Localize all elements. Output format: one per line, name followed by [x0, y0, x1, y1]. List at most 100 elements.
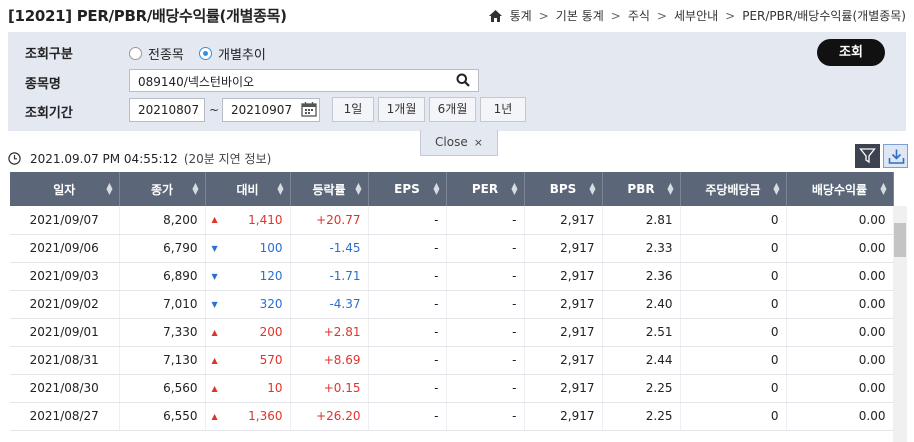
arrow-up-icon: ▲	[211, 411, 218, 421]
cell-pbr: 2.36	[602, 262, 681, 291]
sort-icon[interactable]: ▲ ▼	[589, 182, 595, 196]
column-header-change[interactable]: 대비 ▲ ▼	[205, 172, 291, 206]
cell-rate: -1.71	[290, 262, 369, 291]
table-row[interactable]: 2021/08/27 6,550 ▲ 1,360 +26.20- -2,917 2.25 0 0…	[10, 402, 894, 431]
sort-icon[interactable]: ▲ ▼	[433, 182, 439, 196]
column-header-dps[interactable]: 주당배당금 ▲ ▼	[680, 172, 787, 206]
table-row[interactable]: 2021/09/02 7,010 ▼ 320 -4.37- -2,917 2.40 0 0.00	[10, 290, 894, 319]
radio-individual-trend[interactable]: 개별추이	[199, 44, 266, 63]
sort-icon[interactable]: ▲ ▼	[106, 182, 112, 196]
cell-close: 8,200	[119, 206, 206, 235]
period-1day-button[interactable]: 1일	[332, 97, 374, 122]
timestamp-row: 2021.09.07 PM 04:55:12 (20분 지연 정보)	[8, 150, 271, 167]
close-search-panel-button[interactable]: Close ×	[420, 130, 498, 156]
stock-name-input[interactable]: 089140/넥스턴바이오	[129, 69, 479, 92]
search-icon[interactable]	[456, 73, 470, 87]
arrow-down-icon: ▼	[211, 271, 218, 281]
vertical-scrollbar[interactable]	[893, 206, 907, 442]
cell-per: -	[446, 374, 525, 403]
column-header-rate[interactable]: 등락률 ▲ ▼	[290, 172, 369, 206]
cell-yield: 0.00	[786, 402, 894, 431]
cell-bps: 2,917	[524, 206, 603, 235]
cell-rate: -1.45	[290, 234, 369, 263]
cell-close: 6,550	[119, 402, 206, 431]
cell-date: 2021/09/01	[10, 318, 120, 347]
cell-per: -	[446, 234, 525, 263]
table-row[interactable]: 2021/08/31 7,130 ▲ 570 +8.69- -2,917 2.44 0 0.00	[10, 346, 894, 375]
cell-rate: -4.37	[290, 290, 369, 319]
sort-icon[interactable]: ▲ ▼	[880, 182, 886, 196]
download-button[interactable]	[883, 144, 908, 168]
sort-icon[interactable]: ▲ ▼	[511, 182, 517, 196]
cell-eps: -	[368, 402, 447, 431]
cell-bps: 2,917	[524, 290, 603, 319]
table-row[interactable]: 2021/09/03 6,890 ▼ 120 -1.71- -2,917 2.36 0 0.00	[10, 262, 894, 291]
scrollbar-thumb[interactable]	[894, 223, 906, 257]
radio-circle-selected[interactable]	[199, 47, 212, 60]
cell-date: 2021/08/27	[10, 402, 120, 431]
cell-change: ▲ 570	[205, 346, 291, 375]
cell-eps: -	[368, 318, 447, 347]
column-header-close[interactable]: 종가 ▲ ▼	[119, 172, 206, 206]
change-value: 200	[259, 325, 283, 339]
cell-yield: 0.00	[786, 318, 894, 347]
cell-bps: 2,917	[524, 234, 603, 263]
cell-per: -	[446, 318, 525, 347]
start-date-input[interactable]: 20210807	[129, 98, 205, 122]
column-header-bps[interactable]: BPS ▲ ▼	[524, 172, 603, 206]
cell-change: ▼ 120	[205, 262, 291, 291]
cell-yield: 0.00	[786, 290, 894, 319]
radio-all-stocks[interactable]: 전종목	[129, 44, 184, 63]
home-icon[interactable]	[488, 9, 502, 22]
cell-eps: -	[368, 206, 447, 235]
breadcrumb-separator: >	[610, 8, 621, 23]
search-button[interactable]: 조회	[817, 39, 885, 66]
cell-close: 7,130	[119, 346, 206, 375]
breadcrumb-item[interactable]: 통계	[510, 7, 532, 24]
cell-eps: -	[368, 374, 447, 403]
end-date-value: 20210907	[231, 103, 293, 117]
table-row[interactable]: 2021/09/01 7,330 ▲ 200 +2.81- -2,917 2.51 0 0.00	[10, 318, 894, 347]
cell-date: 2021/09/07	[10, 206, 120, 235]
filter-button[interactable]	[855, 144, 880, 168]
table-row[interactable]: 2021/09/07 8,200 ▲ 1,410 +20.77- -2,917 2.81 0 0…	[10, 206, 894, 235]
cell-rate: +20.77	[290, 206, 369, 235]
sort-icon[interactable]: ▲ ▼	[192, 182, 198, 196]
cell-pbr: 2.25	[602, 402, 681, 431]
period-1month-button[interactable]: 1개월	[378, 97, 425, 122]
change-value: 100	[259, 241, 283, 255]
column-header-yield[interactable]: 배당수익률 ▲ ▼	[786, 172, 894, 206]
filter-icon	[859, 148, 876, 164]
sort-icon[interactable]: ▲ ▼	[773, 182, 779, 196]
breadcrumb-item[interactable]: 세부안내	[674, 7, 718, 24]
column-header-per[interactable]: PER ▲ ▼	[446, 172, 525, 206]
radio-label: 개별추이	[218, 48, 266, 63]
table-row[interactable]: 2021/08/30 6,560 ▲ 10 +0.15- -2,917 2.25 0 0.00	[10, 374, 894, 403]
cell-change: ▲ 1,360	[205, 402, 291, 431]
breadcrumb-item[interactable]: 주식	[628, 7, 650, 24]
cell-bps: 2,917	[524, 318, 603, 347]
close-label: Close	[435, 135, 468, 149]
cell-pbr: 2.25	[602, 374, 681, 403]
sort-icon[interactable]: ▲ ▼	[355, 182, 361, 196]
arrow-up-icon: ▲	[211, 355, 218, 365]
page-title: [12021] PER/PBR/배당수익률(개별종목)	[8, 7, 287, 25]
breadcrumb-item[interactable]: 기본 통계	[556, 7, 604, 24]
cell-close: 7,330	[119, 318, 206, 347]
table-row[interactable]: 2021/09/06 6,790 ▼ 100 -1.45- -2,917 2.33 0 0.00	[10, 234, 894, 263]
column-header-eps[interactable]: EPS ▲ ▼	[368, 172, 447, 206]
period-1year-button[interactable]: 1년	[480, 97, 526, 122]
cell-close: 6,560	[119, 374, 206, 403]
period-6month-button[interactable]: 6개월	[429, 97, 476, 122]
calendar-icon[interactable]	[301, 101, 317, 117]
column-header-date[interactable]: 일자 ▲ ▼	[10, 172, 120, 206]
cell-pbr: 2.33	[602, 234, 681, 263]
cell-change: ▲ 200	[205, 318, 291, 347]
breadcrumb-separator: >	[656, 8, 667, 23]
sort-icon[interactable]: ▲ ▼	[667, 182, 673, 196]
cell-eps: -	[368, 262, 447, 291]
cell-dps: 0	[680, 206, 787, 235]
column-header-pbr[interactable]: PBR ▲ ▼	[602, 172, 681, 206]
radio-circle[interactable]	[129, 47, 142, 60]
sort-icon[interactable]: ▲ ▼	[277, 182, 283, 196]
